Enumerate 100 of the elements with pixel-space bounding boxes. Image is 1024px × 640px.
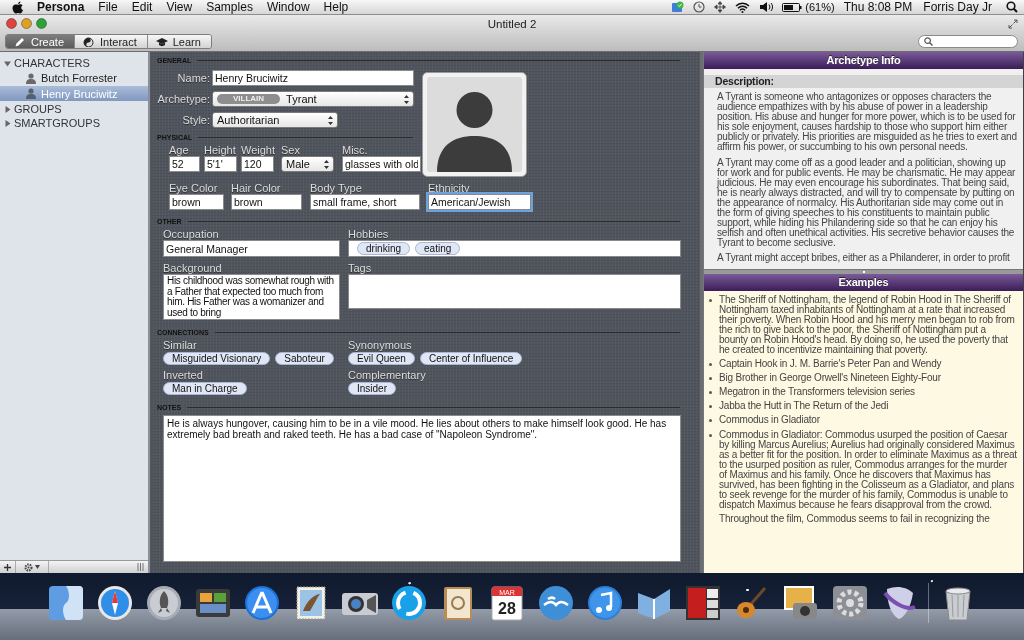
gear-icon bbox=[24, 562, 33, 572]
dropdown[interactable]: Male bbox=[281, 156, 334, 172]
text-field[interactable]: 52 bbox=[169, 156, 200, 172]
notes-field[interactable]: He is always hungover, causing him to be in a vile mood. He lies about others to make himself look good. He has extremely bad breath and raked teeth. He has a bad case of "Napoleon Syndrome". bbox=[163, 415, 681, 562]
connection-tag[interactable]: Insider bbox=[348, 382, 396, 395]
hobbies-field[interactable]: drinking eating bbox=[348, 240, 681, 257]
field-label: Tags bbox=[348, 262, 373, 274]
avatar-placeholder[interactable] bbox=[422, 72, 527, 177]
rocket-icon[interactable] bbox=[144, 583, 184, 623]
field-label: Body Type bbox=[310, 182, 363, 194]
zoom-button[interactable] bbox=[36, 18, 47, 29]
disclosure-triangle-icon[interactable] bbox=[4, 119, 11, 127]
field-label: Inverted bbox=[163, 369, 204, 381]
resize-grip-icon[interactable] bbox=[137, 563, 144, 571]
search-icon bbox=[924, 37, 933, 46]
field-label: Background bbox=[163, 262, 223, 274]
battery-icon[interactable] bbox=[782, 1, 803, 13]
bullet-icon bbox=[709, 298, 712, 302]
disclosure-triangle-icon[interactable] bbox=[4, 105, 11, 113]
updown-arrow-icon bbox=[403, 93, 410, 105]
text-field[interactable]: brown bbox=[169, 194, 224, 210]
menu-item[interactable]: Persona bbox=[30, 0, 92, 14]
archetype-dropdown[interactable]: VILLAIN Tyrant bbox=[212, 91, 414, 107]
sidebar-group[interactable]: CHARACTERS bbox=[0, 56, 148, 70]
field-label: Archetype: bbox=[157, 93, 211, 105]
split-square-icon[interactable] bbox=[46, 583, 86, 623]
occupation-field[interactable]: General Manager bbox=[163, 240, 340, 257]
person-icon bbox=[26, 88, 36, 99]
volume-icon[interactable] bbox=[759, 1, 774, 13]
tags-field[interactable] bbox=[348, 274, 681, 309]
field-label: Ethnicity bbox=[428, 182, 471, 194]
text-field[interactable]: American/Jewish bbox=[428, 194, 531, 210]
close-button[interactable] bbox=[6, 18, 17, 29]
wifi-icon[interactable] bbox=[735, 1, 751, 13]
name-field[interactable]: Henry Bruciwitz bbox=[212, 70, 414, 86]
connection-tag[interactable]: Misguided Visionary bbox=[163, 352, 271, 365]
sidebar-group[interactable]: GROUPS bbox=[0, 102, 148, 116]
menu-item[interactable]: Samples bbox=[199, 0, 260, 14]
mode-tab[interactable]: Interact bbox=[74, 35, 147, 48]
menu-item[interactable]: File bbox=[91, 0, 125, 14]
mode-tab[interactable]: Create bbox=[6, 35, 75, 48]
field-label: Complementary bbox=[348, 369, 427, 381]
minimize-button[interactable] bbox=[21, 18, 32, 29]
disclosure-triangle-icon[interactable] bbox=[4, 59, 11, 67]
text-field[interactable]: 5'1' bbox=[204, 156, 237, 172]
updown-arrow-icon bbox=[323, 158, 330, 170]
menu-item[interactable]: View bbox=[159, 0, 200, 14]
field-label: Occupation bbox=[163, 228, 220, 240]
text-field[interactable]: 120 bbox=[241, 156, 274, 172]
arrows-icon[interactable] bbox=[714, 1, 727, 13]
battery-percentage: (61%) bbox=[805, 0, 835, 14]
curtain-icon[interactable] bbox=[683, 583, 723, 623]
mortarboard-icon bbox=[155, 36, 168, 47]
background-field[interactable]: His childhood was somewhat rough with a Father that expected too much from him. His Father was a womanizer and used to bring bbox=[163, 274, 340, 320]
field-label: Age bbox=[169, 144, 190, 156]
panel-header: Archetype Info bbox=[704, 52, 1023, 69]
description-label: Description: bbox=[704, 75, 1023, 88]
bullet-icon bbox=[709, 419, 712, 423]
sync-icon[interactable] bbox=[671, 1, 685, 13]
bullet-icon bbox=[709, 433, 712, 437]
updown-arrow-icon bbox=[327, 114, 334, 126]
connection-tag[interactable]: Man in Charge bbox=[163, 382, 247, 395]
menu-item[interactable]: Edit bbox=[124, 0, 160, 14]
hobby-tag[interactable]: eating bbox=[415, 242, 461, 255]
menu-item[interactable]: Help bbox=[316, 0, 356, 14]
menu-clock[interactable]: Thu 8:08 PM bbox=[843, 0, 913, 14]
text-field[interactable]: brown bbox=[231, 194, 302, 210]
apple-icon[interactable] bbox=[12, 0, 24, 14]
field-label: Name: bbox=[176, 72, 211, 84]
connection-tag[interactable]: Saboteur bbox=[275, 352, 334, 365]
seagull-icon[interactable] bbox=[536, 583, 576, 623]
compass-icon[interactable] bbox=[95, 583, 135, 623]
field-label: Weight bbox=[241, 144, 274, 156]
search-field[interactable] bbox=[918, 35, 1018, 48]
fullscreen-icon[interactable] bbox=[1008, 18, 1018, 29]
description-paragraph: A Tyrant might accept bribes, either as a Philanderer, in order to profit bbox=[717, 253, 1011, 264]
clock-icon[interactable] bbox=[693, 1, 706, 13]
user-name[interactable]: Forris Day Jr bbox=[923, 0, 992, 14]
menu-item[interactable]: Window bbox=[259, 0, 317, 14]
text-field[interactable]: glasses with old bbox=[342, 156, 421, 172]
hobby-tag[interactable]: drinking bbox=[357, 242, 411, 255]
style-dropdown[interactable]: Authoritarian bbox=[212, 112, 338, 128]
mode-tab[interactable]: Learn bbox=[146, 35, 211, 48]
gear-icon[interactable] bbox=[830, 583, 870, 623]
bullet-icon bbox=[709, 405, 712, 409]
text-field[interactable]: small frame, short bbox=[310, 194, 420, 210]
plus-icon bbox=[4, 563, 11, 571]
sidebar-group[interactable]: SMARTGROUPS bbox=[0, 116, 148, 130]
field-label: Height bbox=[204, 144, 237, 156]
search-icon[interactable] bbox=[1006, 1, 1018, 13]
sidebar-item[interactable]: Butch Forrester bbox=[0, 71, 148, 85]
field-label: Eye Color bbox=[169, 182, 219, 194]
field-label: Sex bbox=[281, 144, 301, 156]
example-text: The Sheriff of Nottingham, the legend of Robin Hood in The Sheriff of Nottingham taxed inhabitants of Nottingham at a rate that increased their poverty. When Robin Hood and his merry men began to rob from the rich to give back to the poor, the Sheriff of Nottingham put a bounty on Robin Hood's head. By doing so, he used the poverty that he created to incentivize maintaining that poverty. bbox=[719, 294, 1016, 356]
connection-tag[interactable]: Evil Queen bbox=[348, 352, 415, 365]
connection-tag[interactable]: Center of Influence bbox=[419, 352, 523, 365]
example-text: Captain Hook in J. M. Barrie's Peter Pan and Wendy bbox=[719, 359, 943, 370]
split-handle[interactable] bbox=[704, 268, 1023, 274]
category-badge: VILLAIN bbox=[217, 94, 281, 104]
music-note-icon[interactable] bbox=[585, 583, 625, 623]
